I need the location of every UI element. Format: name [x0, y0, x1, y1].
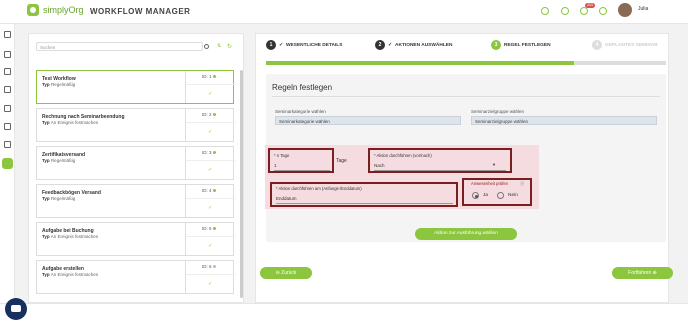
ja-label: Ja	[483, 193, 489, 198]
workflow-status: ID: 4 ✓	[185, 185, 236, 217]
check-icon: ✓	[279, 42, 284, 48]
sort-icon[interactable]: ⇅	[217, 43, 221, 49]
megaphone-icon[interactable]	[4, 123, 11, 130]
n-tage-input[interactable]: 1	[274, 163, 277, 168]
workflow-type: Typ An Ereignis festmachen	[42, 272, 99, 277]
workflow-item[interactable]: Aufgabe bei Buchung Typ An Ereignis fest…	[36, 222, 236, 256]
calendar-icon[interactable]	[4, 51, 11, 58]
kategorie-select[interactable]: Seminarkategorie wählen	[275, 116, 461, 125]
search-icon[interactable]	[204, 44, 209, 49]
workflow-count-prefix: ID:	[202, 264, 210, 269]
workflow-type: Typ An Ereignis festmachen	[42, 120, 99, 125]
workflow-count-prefix: ID:	[202, 150, 210, 155]
info-icon[interactable]: ⓘ	[520, 181, 524, 187]
notification-badge: 203	[585, 3, 595, 8]
workflow-count: ID: 6	[202, 264, 216, 269]
avatar[interactable]	[618, 3, 632, 17]
workflow-count-prefix: ID:	[202, 188, 210, 193]
tage-label: Tage	[336, 158, 347, 164]
workflow-status: ID: 3 ✓	[185, 147, 236, 179]
scrollbar[interactable]	[240, 70, 243, 298]
workflow-item[interactable]: Feedbackbögen Versand Typ Regelmäßig ID:…	[36, 184, 236, 218]
workflow-type: Typ Regelmäßig	[42, 82, 76, 87]
ja-radio[interactable]	[472, 192, 479, 199]
home-icon[interactable]	[4, 31, 11, 38]
search-input[interactable]: Suchen	[36, 42, 203, 51]
kategorie-label: Seminarkategorie wählen	[275, 109, 326, 114]
logo-icon	[27, 4, 39, 16]
top-bar: simplyOrg WORKFLOW MANAGER 203 Julia	[0, 0, 688, 24]
anwesenheit-label: Anwesenheit prüfen	[471, 181, 509, 186]
ausfuehrung-button[interactable]: Aktion zur Ausführung wählen	[415, 228, 517, 240]
workflow-count-prefix: ID:	[202, 112, 210, 117]
workflow-status: ID: 5 ✓	[185, 223, 236, 255]
workflow-list-panel: Suchen ⇅ ↻ Test Workflow Typ Regelmäßig …	[28, 33, 244, 303]
gruppe-select[interactable]: Seminarzielgruppe wählen	[471, 116, 657, 125]
chat-icon[interactable]	[5, 298, 27, 320]
workflow-status: ID: 2 ✓	[185, 109, 236, 141]
check-icon: ✓	[208, 129, 213, 135]
workflow-count-prefix: ID:	[202, 226, 210, 231]
clock-icon[interactable]	[561, 7, 569, 15]
check-icon: ✓	[388, 42, 393, 48]
logo-text: simplyOrg	[43, 5, 84, 15]
workflow-type: Typ Regelmäßig	[42, 196, 76, 201]
divider	[272, 96, 660, 97]
rules-title: Regeln festlegen	[272, 83, 333, 92]
workflow-type: Typ An Ereignis festmachen	[42, 234, 99, 239]
workflow-icon[interactable]	[2, 158, 13, 169]
workflow-status: ID: 1 ✓	[185, 71, 236, 103]
refresh-icon[interactable]: ↻	[227, 43, 232, 50]
nein-radio[interactable]	[497, 192, 504, 199]
chevron-down-icon[interactable]: ▼	[492, 162, 496, 167]
workflow-count-prefix: ID:	[202, 74, 210, 79]
people-icon[interactable]	[4, 68, 11, 75]
workflow-count: ID: 2	[202, 112, 216, 117]
gruppe-label: Seminarzielgruppe wählen	[471, 109, 525, 114]
check-icon: ✓	[208, 281, 213, 287]
am-select[interactable]: Enddatum	[276, 196, 297, 201]
workflow-count: ID: 1	[202, 74, 216, 79]
next-button[interactable]: Fortfahren ⊕	[612, 267, 673, 279]
workflow-count: ID: 4	[202, 188, 216, 193]
n-tage-label: * n Tage	[274, 153, 290, 158]
workflow-item[interactable]: Aufgabe erstellen Typ An Ereignis festma…	[36, 260, 236, 294]
back-button[interactable]: ⊖ Zurück	[260, 267, 312, 279]
check-icon: ✓	[208, 167, 213, 173]
bottom-bar	[0, 303, 688, 326]
logo[interactable]: simplyOrg	[27, 4, 84, 16]
progress-bar	[266, 61, 666, 65]
workflow-type: Typ Regelmäßig	[42, 158, 76, 163]
chart-icon[interactable]	[4, 141, 11, 148]
ausfuehren-label: * Aktion durchführen (vor/nach)	[374, 153, 432, 158]
workflow-item[interactable]: Zertifikatsversand Typ Regelmäßig ID: 3 …	[36, 146, 236, 180]
workflow-status: ID: 6 ✓	[185, 261, 236, 293]
check-icon: ✓	[208, 205, 213, 211]
arrow-right-icon: ⊕	[651, 270, 657, 276]
am-label: * Aktion durchführen am (Anfangs-/Enddat…	[276, 186, 362, 191]
workflow-count: ID: 5	[202, 226, 216, 231]
icon-sidebar	[0, 24, 15, 326]
document-icon[interactable]	[4, 105, 11, 112]
progress-fill	[266, 61, 574, 65]
user-name[interactable]: Julia	[638, 6, 648, 12]
nein-label: Nein	[508, 193, 518, 198]
check-icon: ✓	[208, 91, 213, 97]
workflow-item[interactable]: Test Workflow Typ Regelmäßig ID: 1 ✓	[36, 70, 236, 104]
check-icon: ✓	[208, 243, 213, 249]
bell-icon[interactable]: 203	[580, 3, 595, 15]
workflow-item[interactable]: Rechnung nach Seminarbeendung Typ An Ere…	[36, 108, 236, 142]
step-4[interactable]: 4 GEPLANTES SEMINAR	[592, 40, 658, 50]
workflow-count: ID: 3	[202, 150, 216, 155]
app-title: WORKFLOW MANAGER	[90, 7, 191, 16]
help-icon[interactable]	[599, 7, 607, 15]
lightbulb-icon[interactable]	[541, 7, 549, 15]
building-icon[interactable]	[4, 86, 11, 93]
wizard-panel: 1 ✓ WESENTLICHE DETAILS 2 ✓ AKTIONEN AUS…	[255, 33, 673, 303]
step-1[interactable]: 1 ✓ WESENTLICHE DETAILS	[266, 40, 342, 50]
ausfuehren-select[interactable]: Nach	[374, 163, 385, 168]
step-3[interactable]: 3 REGEL FESTLEGEN	[491, 40, 551, 50]
step-2[interactable]: 2 ✓ AKTIONEN AUSWÄHLEN	[375, 40, 452, 50]
